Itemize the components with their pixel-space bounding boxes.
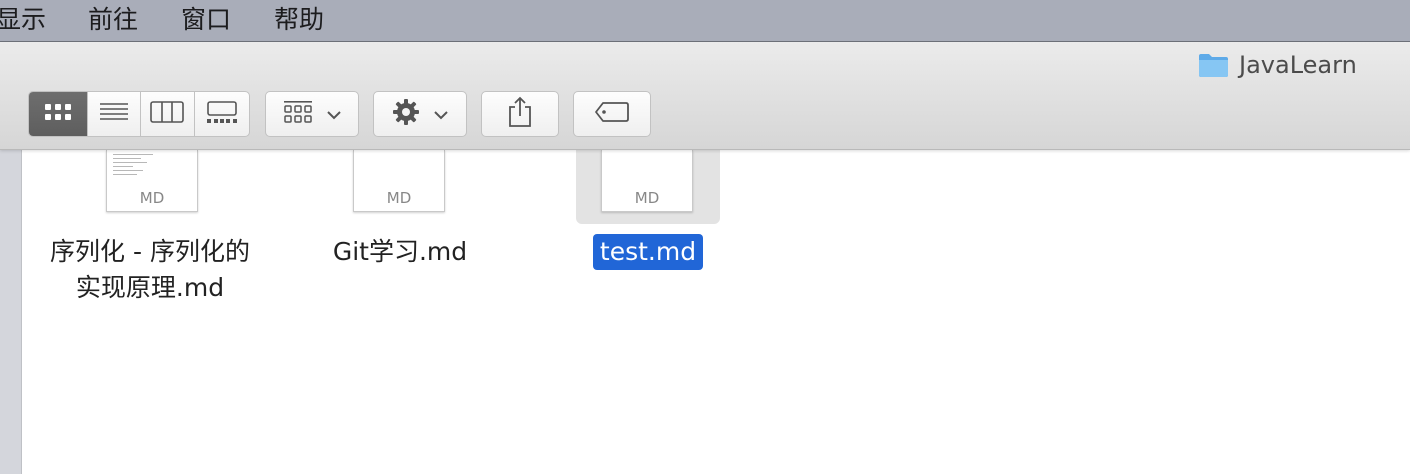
menu-go[interactable]: 前往	[88, 4, 138, 36]
folder-icon	[1198, 52, 1229, 78]
share-button[interactable]	[481, 91, 559, 137]
file-name-wrapper: test.md	[528, 234, 768, 270]
file-name[interactable]: 序列化 - 序列化的 实现原理.md	[30, 234, 270, 306]
document-preview-lines	[113, 154, 153, 178]
list-icon	[99, 101, 129, 127]
chevron-down-icon	[434, 105, 448, 124]
file-extension-label: MD	[634, 189, 660, 207]
file-extension-label: MD	[386, 189, 412, 207]
list-view-button[interactable]	[88, 92, 141, 136]
tag-icon	[594, 101, 630, 127]
file-name[interactable]: Git学习.md	[280, 234, 520, 270]
file-thumbnail: MD	[353, 150, 445, 212]
arrange-button[interactable]	[265, 91, 359, 137]
arrange-grid-icon	[283, 100, 313, 128]
menu-window[interactable]: 窗口	[181, 4, 231, 36]
view-mode-control	[28, 91, 250, 137]
column-view-button[interactable]	[141, 92, 195, 136]
columns-icon	[150, 101, 185, 127]
share-icon	[507, 96, 533, 132]
menu-bar: 显示 前往 窗口 帮助	[0, 0, 1410, 42]
gallery-view-button[interactable]	[195, 92, 249, 136]
file-thumbnail: MD	[106, 150, 198, 212]
file-thumbnail: MD	[601, 150, 693, 212]
window-title: JavaLearn	[1198, 50, 1357, 80]
window-title-text: JavaLearn	[1239, 51, 1357, 79]
menu-help[interactable]: 帮助	[274, 4, 324, 36]
file-icon-view: MD 序列化 - 序列化的 实现原理.md MD Git学习.md MD tes…	[22, 150, 1410, 474]
grid-icon	[43, 102, 73, 126]
file-extension-label: MD	[139, 189, 165, 207]
gallery-icon	[206, 100, 238, 128]
chevron-down-icon	[327, 105, 341, 124]
gear-icon	[392, 98, 420, 130]
menu-view[interactable]: 显示	[0, 4, 46, 36]
icon-view-button[interactable]	[29, 92, 89, 136]
action-button[interactable]	[373, 91, 467, 137]
tags-button[interactable]	[573, 91, 651, 137]
file-name[interactable]: test.md	[592, 234, 704, 270]
sidebar-edge	[0, 150, 22, 474]
toolbar: JavaLearn	[0, 42, 1410, 150]
finder-window: JavaLearn MD 序列化 - 序列化的 实现原理.md MD Git学习…	[0, 42, 1410, 474]
